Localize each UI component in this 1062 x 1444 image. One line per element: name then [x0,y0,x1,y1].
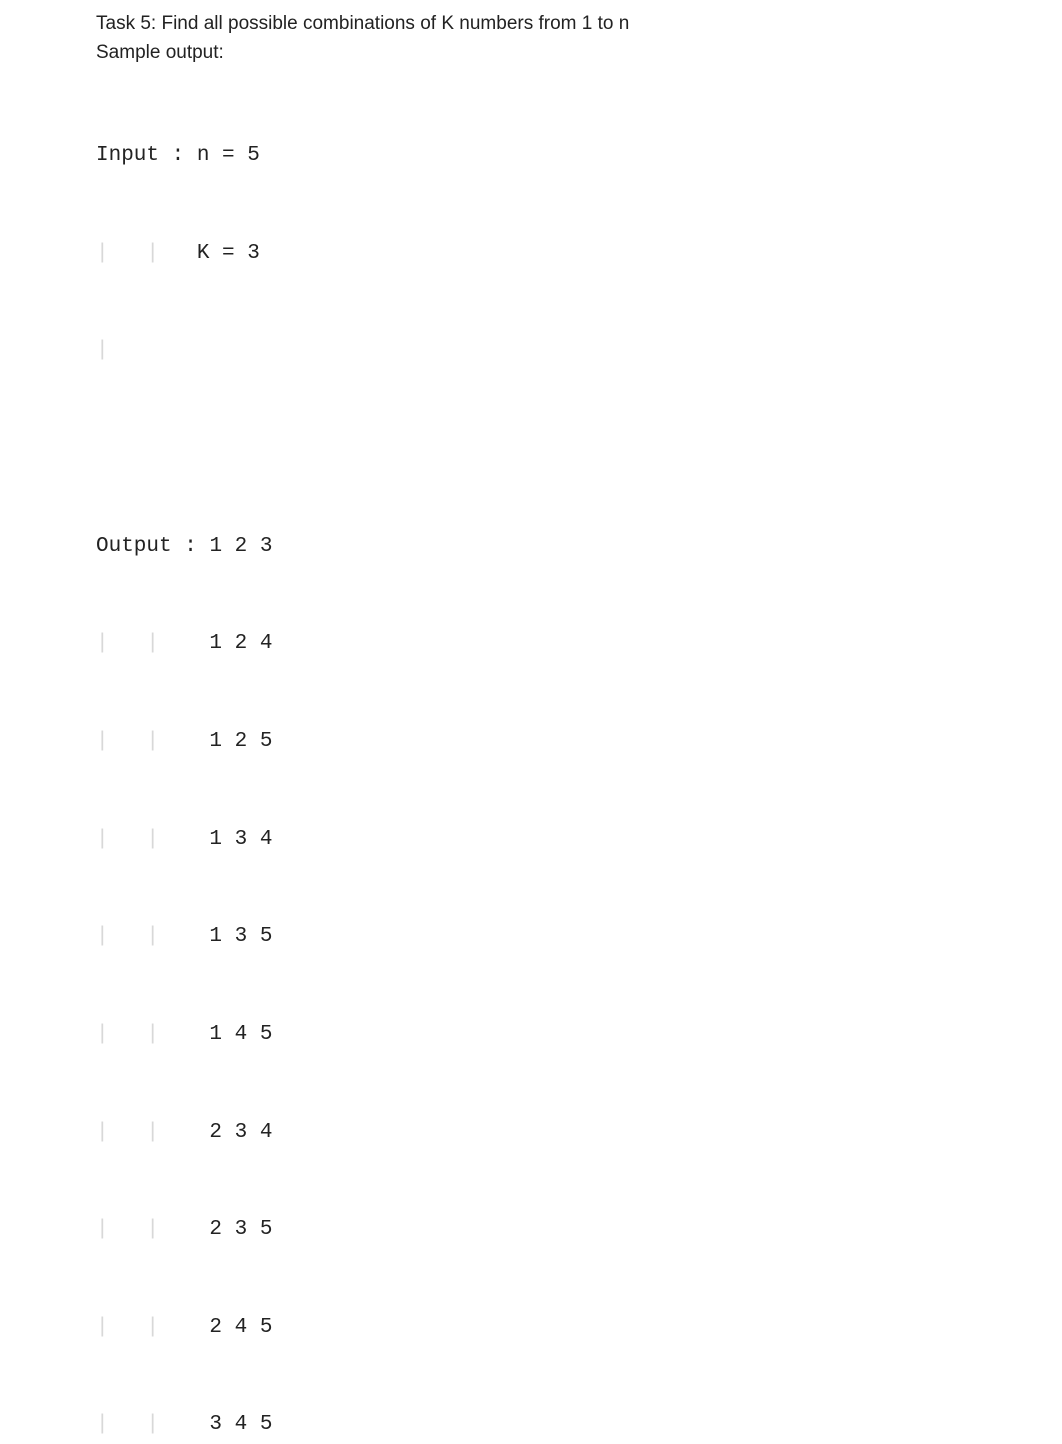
input-label: Input : [96,144,184,167]
indent-guide: | | [96,1121,209,1144]
combination-line: | | 1 3 4 [96,824,1062,857]
combination-row: 2 3 4 [209,1121,272,1144]
indent-guide: | | [96,925,209,948]
blank-line: | [96,335,1062,368]
task-subtitle: Sample output: [96,39,1062,68]
combination-row: 1 3 5 [209,925,272,948]
combination-line: | | 1 2 5 [96,726,1062,759]
combination-row: 2 3 5 [209,1218,272,1241]
combination-row: 3 4 5 [209,1413,272,1436]
indent-guide: | | [96,730,209,753]
k-assignment: K = 3 [197,242,260,265]
task-header: Task 5: Find all possible combinations o… [96,10,1062,67]
combination-row: 1 2 3 [209,535,272,558]
input-line: Input : n = 5 [96,140,1062,173]
combination-line: | | 2 3 5 [96,1214,1062,1247]
combination-line: | | 2 3 4 [96,1117,1062,1150]
indent-guide: | | [96,1413,209,1436]
combination-row: 1 4 5 [209,1023,272,1046]
indent-guide: | | [96,1316,209,1339]
indent-guide: | | [96,1023,209,1046]
indent-guide: | | [96,242,197,265]
combination-line: | | 3 4 5 [96,1409,1062,1442]
combination-row: 1 2 4 [209,632,272,655]
indent-guide: | | [96,828,209,851]
output-label: Output : [96,535,197,558]
task-title: Task 5: Find all possible combinations o… [96,10,1062,39]
sample-code-block: Input : n = 5 | | K = 3 | Output : 1 2 3… [96,75,1062,1444]
combination-row: 1 3 4 [209,828,272,851]
combination-line: | | 1 3 5 [96,921,1062,954]
combination-row: 2 4 5 [209,1316,272,1339]
combination-line: | | 1 4 5 [96,1019,1062,1052]
combination-row: 1 2 5 [209,730,272,753]
blank-line [96,433,1062,466]
output-line: Output : 1 2 3 [96,531,1062,564]
k-line: | | K = 3 [96,238,1062,271]
combination-line: | | 1 2 4 [96,628,1062,661]
indent-guide: | | [96,632,209,655]
n-assignment: n = 5 [184,144,260,167]
combination-line: | | 2 4 5 [96,1312,1062,1345]
indent-guide: | | [96,1218,209,1241]
indent-guide: | [96,339,109,362]
